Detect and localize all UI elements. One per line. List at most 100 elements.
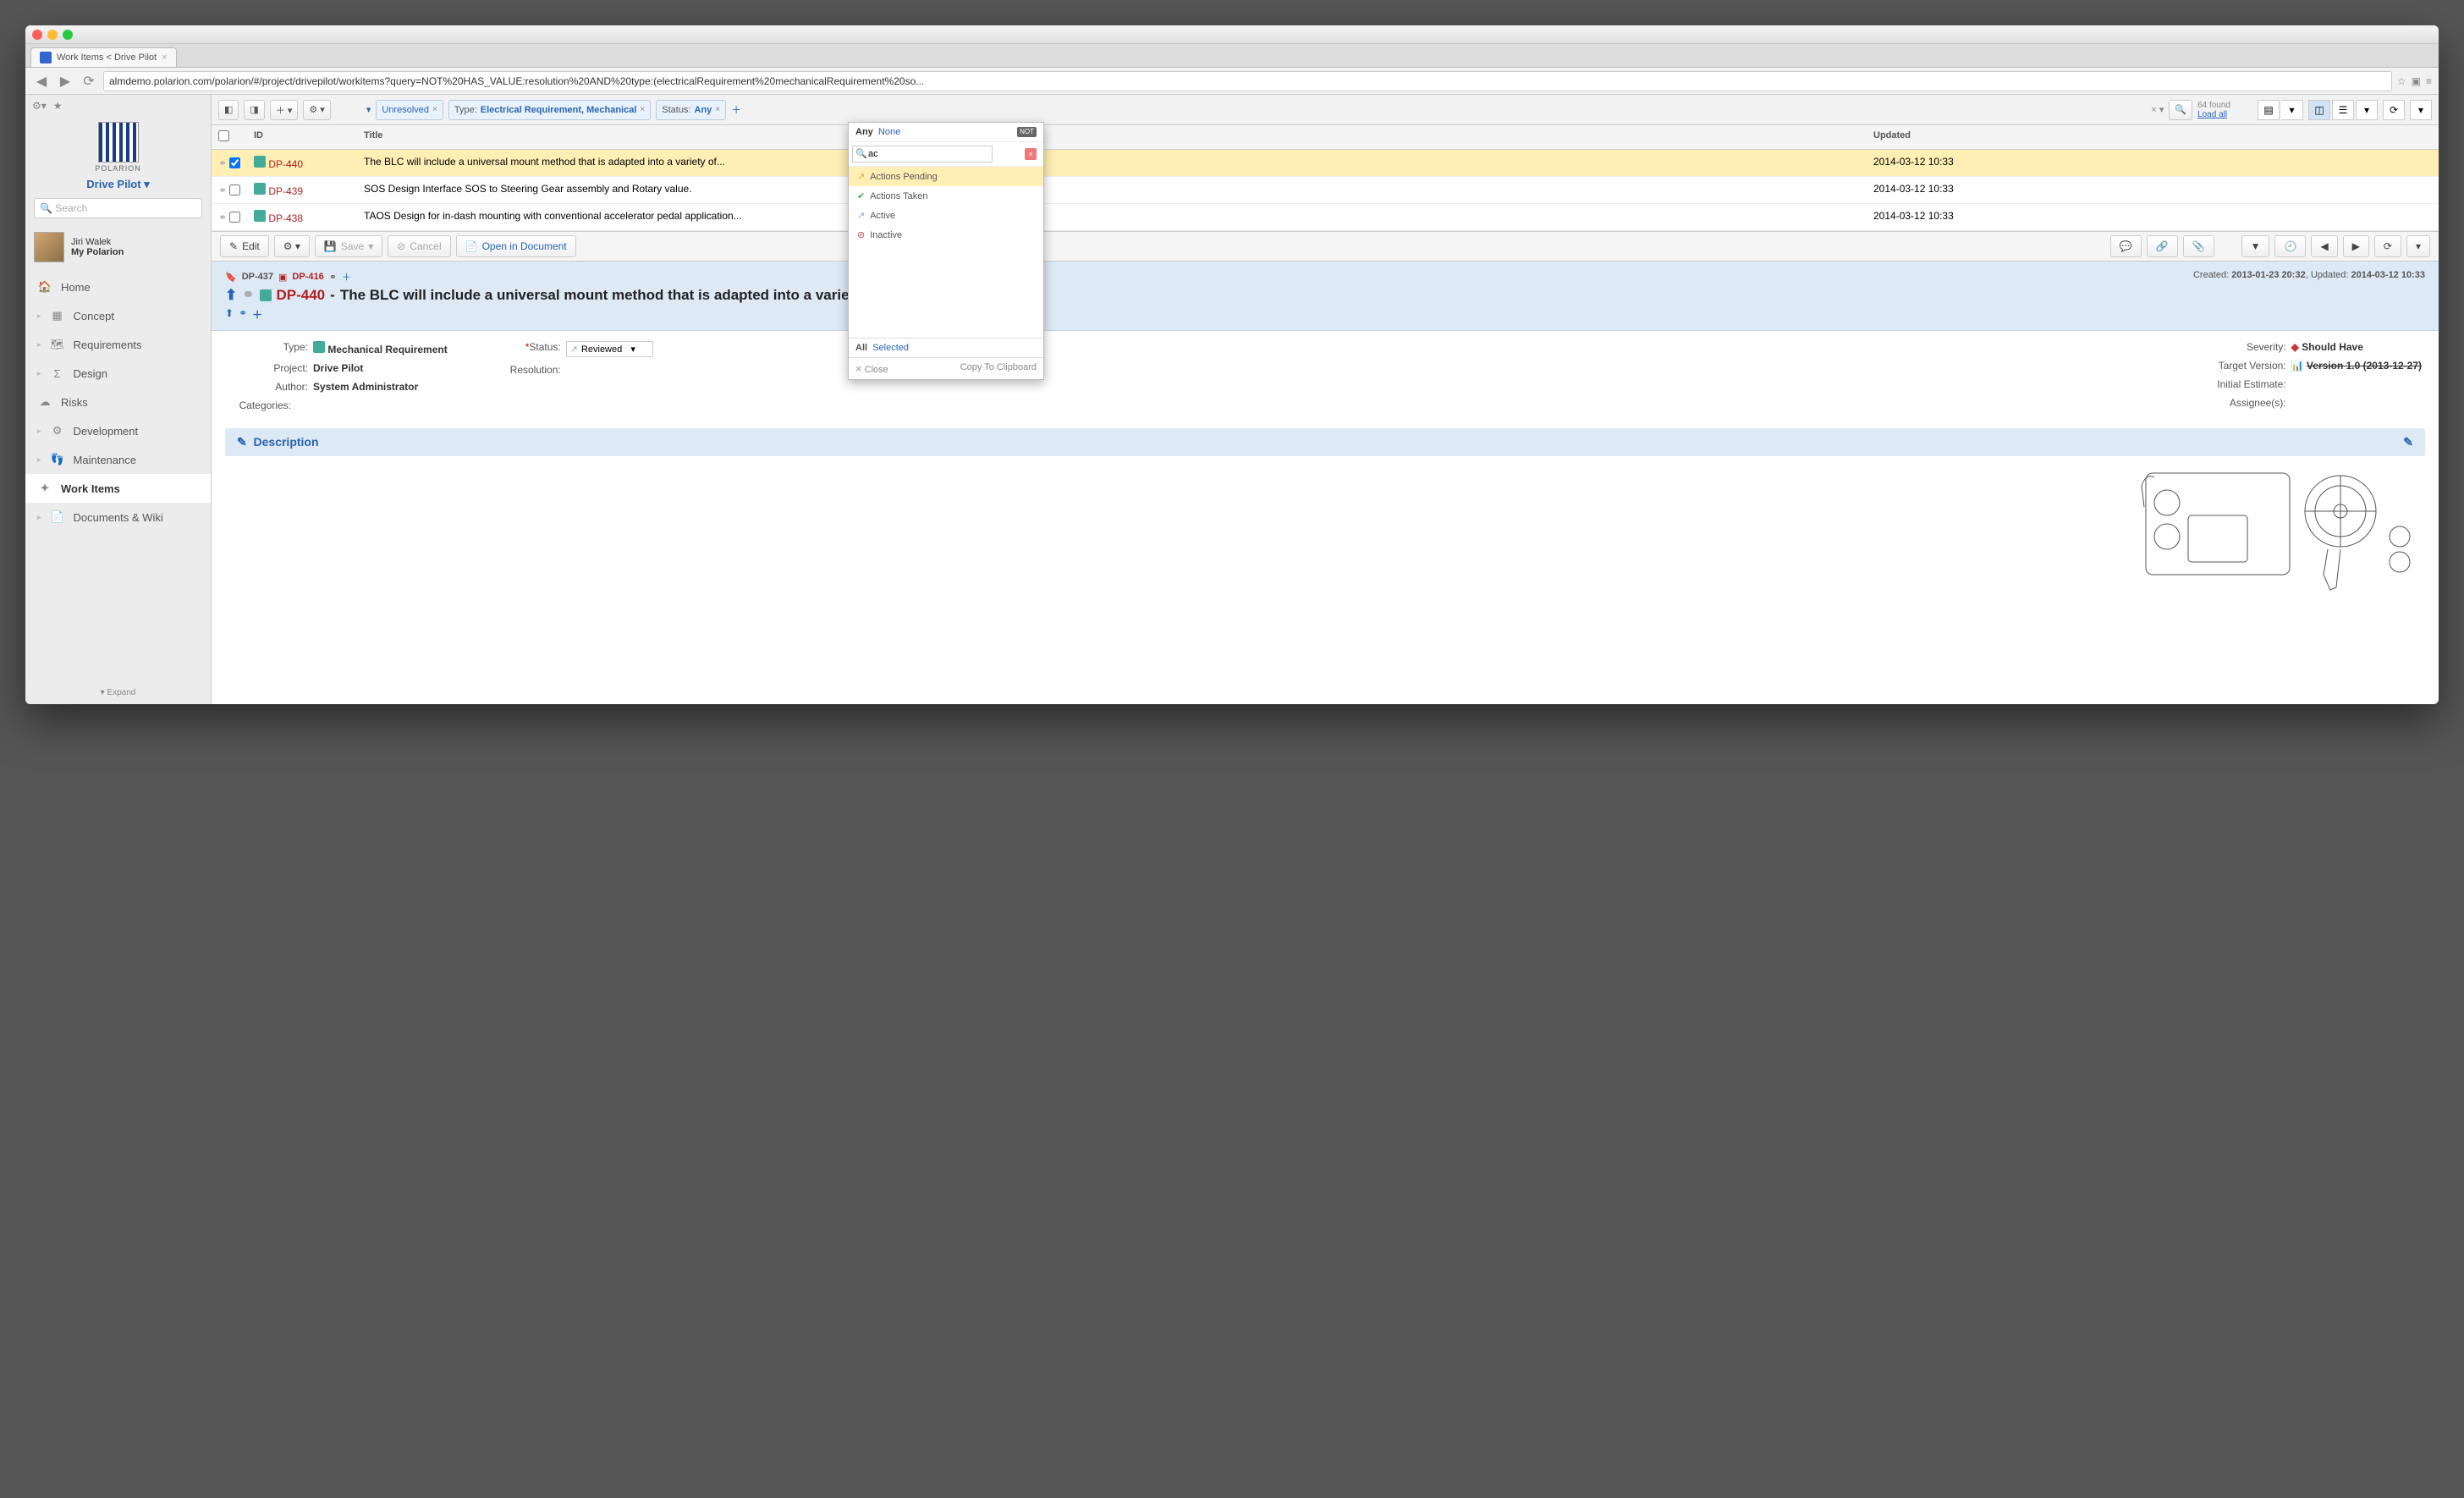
window-close[interactable] [32, 30, 42, 40]
next-button[interactable]: ▶ [2343, 235, 2369, 257]
cancel-button[interactable]: ⊘Cancel [388, 235, 450, 257]
clear-filters-icon[interactable]: × ▾ [2151, 104, 2164, 115]
view-icon-button-2[interactable]: ◨ [244, 100, 264, 120]
sidebar-item-risks[interactable]: ☁Risks [25, 388, 211, 416]
layout-split[interactable]: ◫ [2308, 100, 2330, 120]
dropdown-none-link[interactable]: None [878, 127, 900, 137]
not-toggle[interactable]: NOT [1017, 127, 1037, 137]
filter-dropdown-icon[interactable]: ▾ [366, 104, 371, 115]
dropdown-selected-link[interactable]: Selected [872, 343, 909, 353]
favorite-star-icon[interactable]: ★ [53, 100, 63, 112]
more-detail-button[interactable]: ▾ [2406, 235, 2430, 257]
up-nav-icon[interactable]: ⬆ [225, 307, 234, 322]
project-selector[interactable]: Drive Pilot ▾ [25, 174, 211, 198]
add-child-icon[interactable]: ＋ [252, 307, 262, 322]
my-polarion-link[interactable]: My Polarion [71, 247, 124, 257]
column-title[interactable]: Title [364, 130, 1873, 144]
browser-tab[interactable]: Work Items < Drive Pilot × [30, 47, 177, 67]
sidebar-item-development[interactable]: ▸⚙Development [25, 416, 211, 445]
workitem-id-link[interactable]: DP-438 [268, 212, 303, 224]
bookmark-icon[interactable]: 🔖 [225, 272, 237, 283]
nav-back-icon[interactable]: ◀ [32, 72, 51, 91]
refresh-detail-button[interactable]: ⟳ [2374, 235, 2401, 257]
dropdown-any-link[interactable]: Any [855, 127, 873, 137]
tab-close-icon[interactable]: × [162, 52, 167, 63]
actions-gear-button[interactable]: ⚙ ▾ [303, 100, 330, 120]
clear-search-icon[interactable]: × [1025, 148, 1037, 160]
more-button[interactable]: ▾ [2410, 100, 2432, 120]
remove-filter-icon[interactable]: × [640, 105, 645, 114]
nav-forward-icon[interactable]: ▶ [56, 72, 74, 91]
nav-reload-icon[interactable]: ⟳ [80, 72, 98, 91]
settings-gear-icon[interactable]: ⚙▾ [32, 100, 47, 112]
copy-link-icon[interactable]: ⚭ [329, 272, 337, 283]
comments-button[interactable]: 💬 [2110, 235, 2142, 257]
bookmark-star-icon[interactable]: ☆ [2397, 75, 2406, 87]
open-document-button[interactable]: 📄Open in Document [456, 235, 576, 257]
sidebar-item-maintenance[interactable]: ▸👣Maintenance [25, 445, 211, 474]
sidebar-item-home[interactable]: 🏠Home [25, 273, 211, 301]
workitem-id-link[interactable]: DP-439 [268, 185, 303, 197]
table-row[interactable]: ⚭ DP-440 The BLC will include a universa… [212, 150, 2439, 177]
table-row[interactable]: ⚭ DP-439 SOS Design Interface SOS to Ste… [212, 177, 2439, 204]
dropdown-search-input[interactable] [852, 146, 993, 162]
dropdown-option[interactable]: ↗Active [849, 206, 1043, 225]
user-avatar[interactable] [34, 232, 64, 262]
extension-icon[interactable]: ▣ [2412, 75, 2421, 87]
detail-actions-button[interactable]: ⚙ ▾ [274, 235, 310, 257]
save-button[interactable]: 💾Save ▾ [315, 235, 382, 257]
remove-filter-icon[interactable]: × [715, 105, 720, 114]
filter-pill-unresolved[interactable]: Unresolved× [376, 100, 443, 120]
dropdown-all-link[interactable]: All [855, 343, 867, 353]
filter-pill-status[interactable]: Status:Any× [656, 100, 726, 120]
link-icon[interactable]: ⚭ [239, 307, 247, 322]
sidebar-item-workitems[interactable]: ✦Work Items [25, 474, 211, 503]
layout-dropdown[interactable]: ▾ [2356, 100, 2378, 120]
row-checkbox[interactable] [229, 212, 240, 223]
remove-filter-icon[interactable]: × [432, 105, 437, 114]
breadcrumb-link[interactable]: DP-416 [292, 272, 323, 282]
select-all-checkbox[interactable] [218, 130, 229, 141]
column-id[interactable]: ID [254, 130, 364, 144]
url-input[interactable]: almdemo.polarion.com/polarion/#/project/… [103, 71, 2392, 91]
status-select[interactable]: ↗Reviewed ▾ [566, 341, 653, 357]
prev-button[interactable]: ◀ [2311, 235, 2337, 257]
column-updated[interactable]: Updated [1873, 130, 1983, 144]
add-button[interactable]: ＋ ▾ [270, 100, 299, 120]
copy-clipboard-link[interactable]: Copy To Clipboard [960, 362, 1037, 375]
search-button[interactable]: 🔍 [2169, 100, 2192, 120]
up-nav-icon[interactable]: ⬆ [225, 287, 237, 304]
view-icon-button[interactable]: ◧ [218, 100, 239, 120]
row-checkbox[interactable] [229, 184, 240, 196]
sidebar-item-concept[interactable]: ▸▦Concept [25, 301, 211, 330]
sidebar-item-design[interactable]: ▸ΣDesign [25, 359, 211, 388]
add-filter-icon[interactable]: ＋ [731, 102, 741, 117]
edit-description-icon[interactable]: ✎ [2403, 435, 2413, 449]
link-button[interactable]: 🔗 [2147, 235, 2178, 257]
breadcrumb-link[interactable]: DP-437 [242, 272, 273, 282]
table-row[interactable]: ⚭ DP-438 TAOS Design for in-dash mountin… [212, 204, 2439, 231]
load-all-link[interactable]: Load all [2197, 110, 2227, 119]
attachment-button[interactable]: 📎 [2183, 235, 2214, 257]
sidebar-item-documents[interactable]: ▸📄Documents & Wiki [25, 503, 211, 531]
window-zoom[interactable] [63, 30, 73, 40]
dropdown-option[interactable]: ✔Actions Taken [849, 186, 1043, 206]
browser-menu-icon[interactable]: ≡ [2426, 75, 2432, 87]
layout-horizontal[interactable]: ☰ [2332, 100, 2354, 120]
description-section-header[interactable]: ✎ Description ✎ [225, 428, 2425, 456]
filter-button[interactable]: ▼ [2241, 235, 2270, 257]
dropdown-option[interactable]: ↗Actions Pending [849, 167, 1043, 186]
filter-pill-type[interactable]: Type:Electrical Requirement, Mechanical× [448, 100, 651, 120]
dropdown-close[interactable]: × Close [855, 362, 888, 375]
view-mode-table[interactable]: ▤ [2258, 100, 2280, 120]
expand-link[interactable]: ▾ Expand [25, 681, 211, 704]
add-link-icon[interactable]: ＋ [342, 270, 351, 284]
dropdown-option[interactable]: ⊘Inactive [849, 225, 1043, 245]
workitem-id-link[interactable]: DP-440 [268, 158, 303, 170]
history-button[interactable]: 🕘 [2274, 235, 2306, 257]
sidebar-search-input[interactable]: 🔍 Search [34, 198, 202, 218]
window-minimize[interactable] [47, 30, 58, 40]
edit-button[interactable]: ✎Edit [220, 235, 269, 257]
view-mode-dropdown[interactable]: ▾ [2281, 100, 2303, 120]
row-checkbox[interactable] [229, 157, 240, 168]
